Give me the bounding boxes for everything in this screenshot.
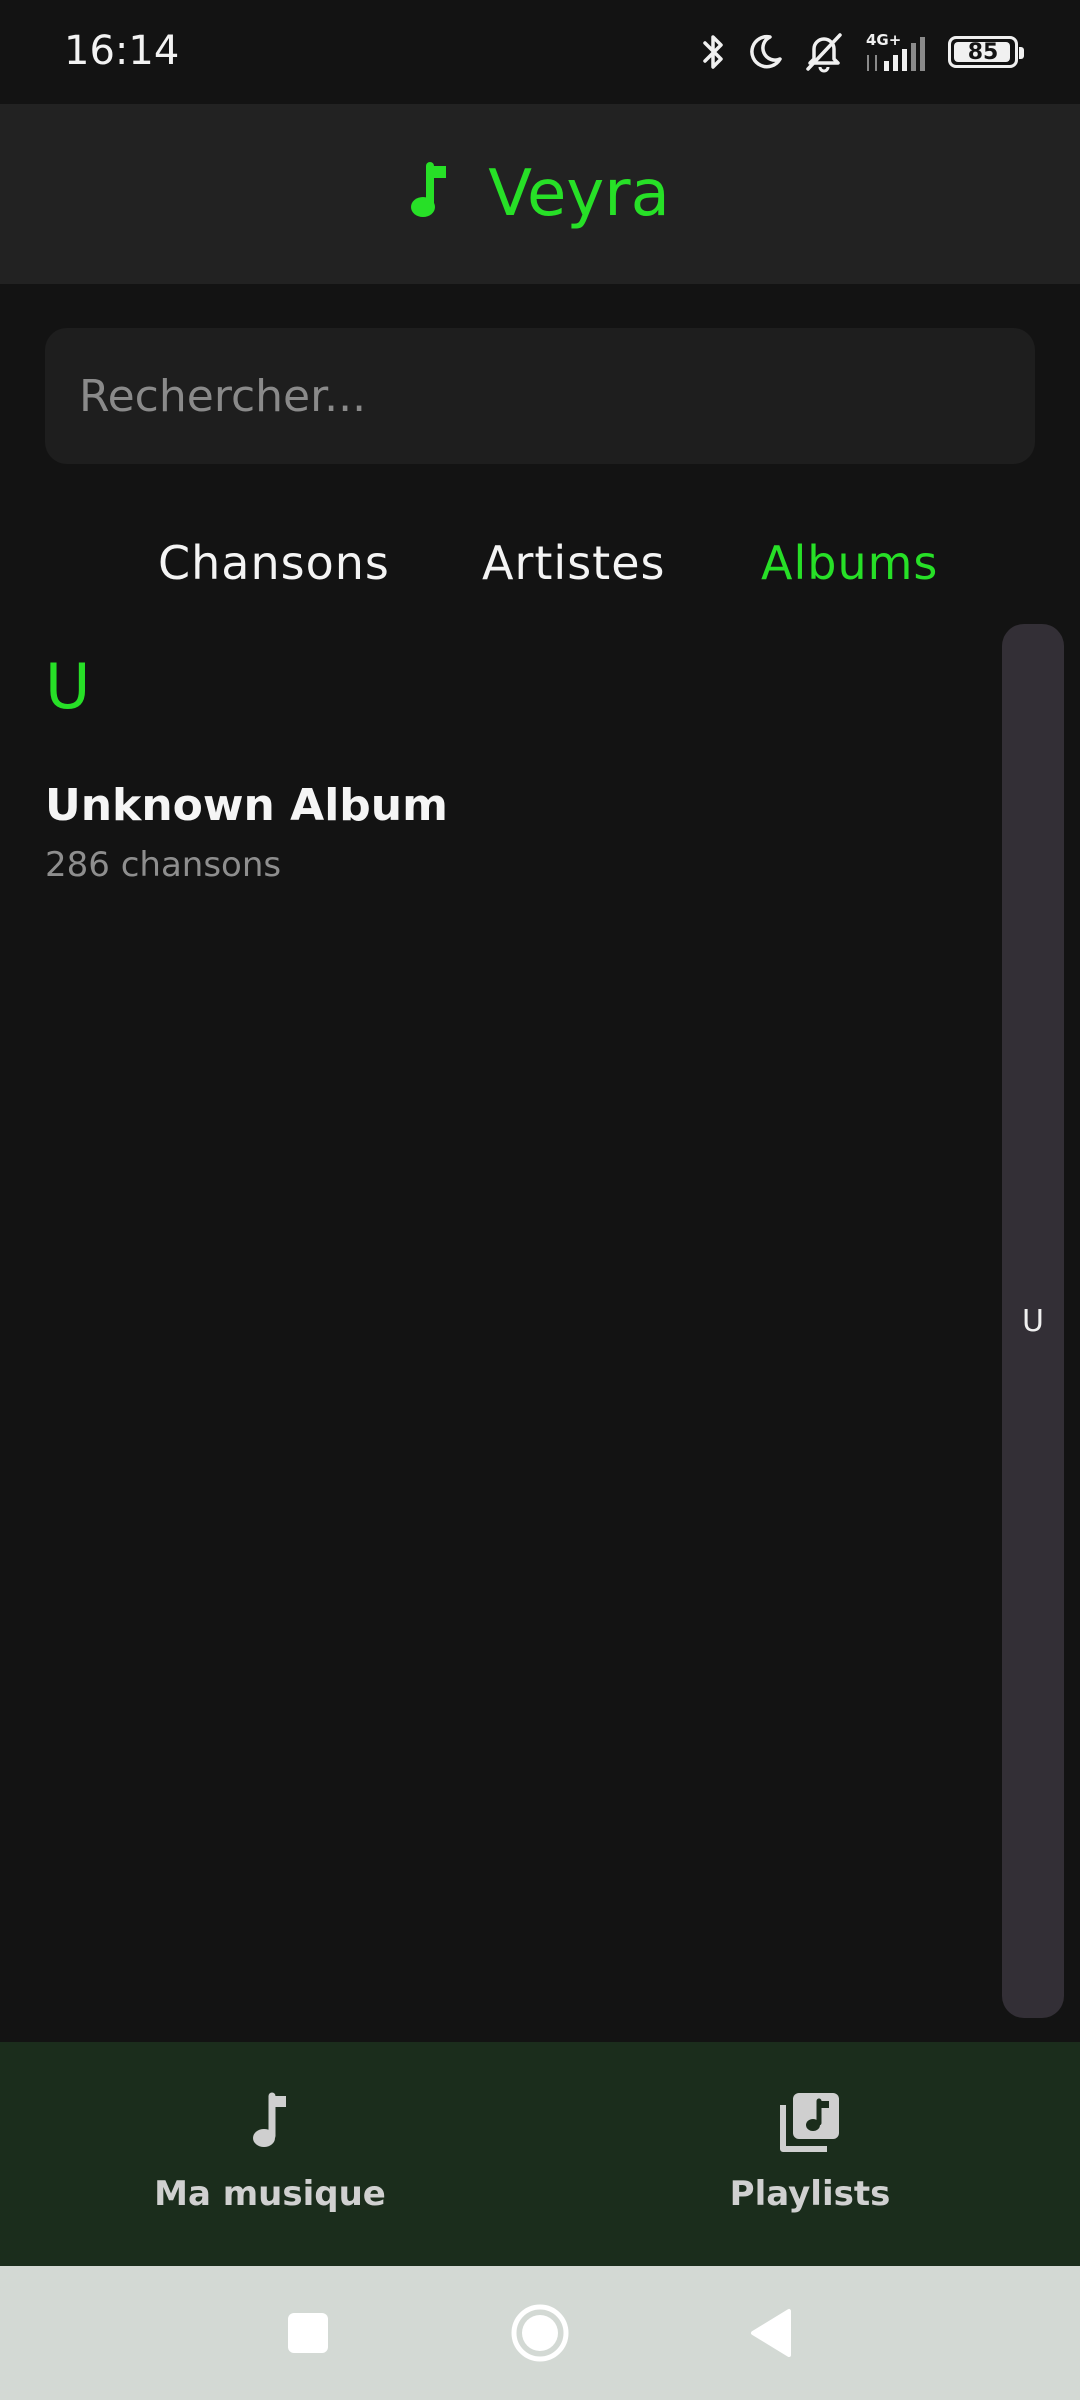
nav-label-ma-musique: Ma musique <box>154 2174 386 2214</box>
bottom-navigation: Ma musique Playlists <box>0 2042 1080 2266</box>
mute-icon <box>802 31 846 73</box>
bluetooth-icon <box>698 32 728 72</box>
tab-albums[interactable]: Albums <box>761 536 938 590</box>
tab-artistes[interactable]: Artistes <box>482 536 665 590</box>
back-button[interactable] <box>738 2266 804 2400</box>
screen: 16:14 4G+ 85 Veyra Ch <box>0 0 1080 2400</box>
nav-label-playlists: Playlists <box>729 2174 891 2214</box>
music-note-icon <box>250 2090 290 2154</box>
search-input[interactable] <box>45 328 1035 464</box>
circle-icon <box>511 2304 569 2362</box>
status-icons: 4G+ 85 <box>698 26 1024 78</box>
album-title: Unknown Album <box>45 780 448 831</box>
status-bar: 16:14 4G+ 85 <box>0 0 1080 104</box>
album-song-count: 286 chansons <box>45 845 282 885</box>
signal-icon: 4G+ <box>864 31 930 73</box>
home-button[interactable] <box>500 2266 580 2400</box>
status-time: 16:14 <box>64 28 180 74</box>
moon-icon <box>746 33 784 71</box>
music-note-icon <box>410 161 450 227</box>
fast-scroll-letter[interactable]: U <box>1002 1304 1064 1339</box>
fast-scroll-bar[interactable]: U <box>1002 624 1064 2018</box>
list-item[interactable]: Unknown Album 286 chansons <box>45 780 945 910</box>
section-header-letter: U <box>45 650 91 723</box>
battery-level: 85 <box>967 39 999 65</box>
back-triangle-icon <box>751 2309 791 2357</box>
recents-button[interactable] <box>272 2266 344 2400</box>
square-icon <box>288 2313 328 2353</box>
network-type-text: 4G+ <box>866 31 901 49</box>
battery-icon: 85 <box>948 36 1024 68</box>
app-header: Veyra <box>0 104 1080 284</box>
system-navigation-bar <box>0 2266 1080 2400</box>
nav-item-ma-musique[interactable]: Ma musique <box>0 2042 540 2266</box>
tab-chansons[interactable]: Chansons <box>158 536 390 590</box>
app-title: Veyra <box>488 157 670 231</box>
nav-item-playlists[interactable]: Playlists <box>540 2042 1080 2266</box>
library-music-icon <box>779 2090 841 2154</box>
